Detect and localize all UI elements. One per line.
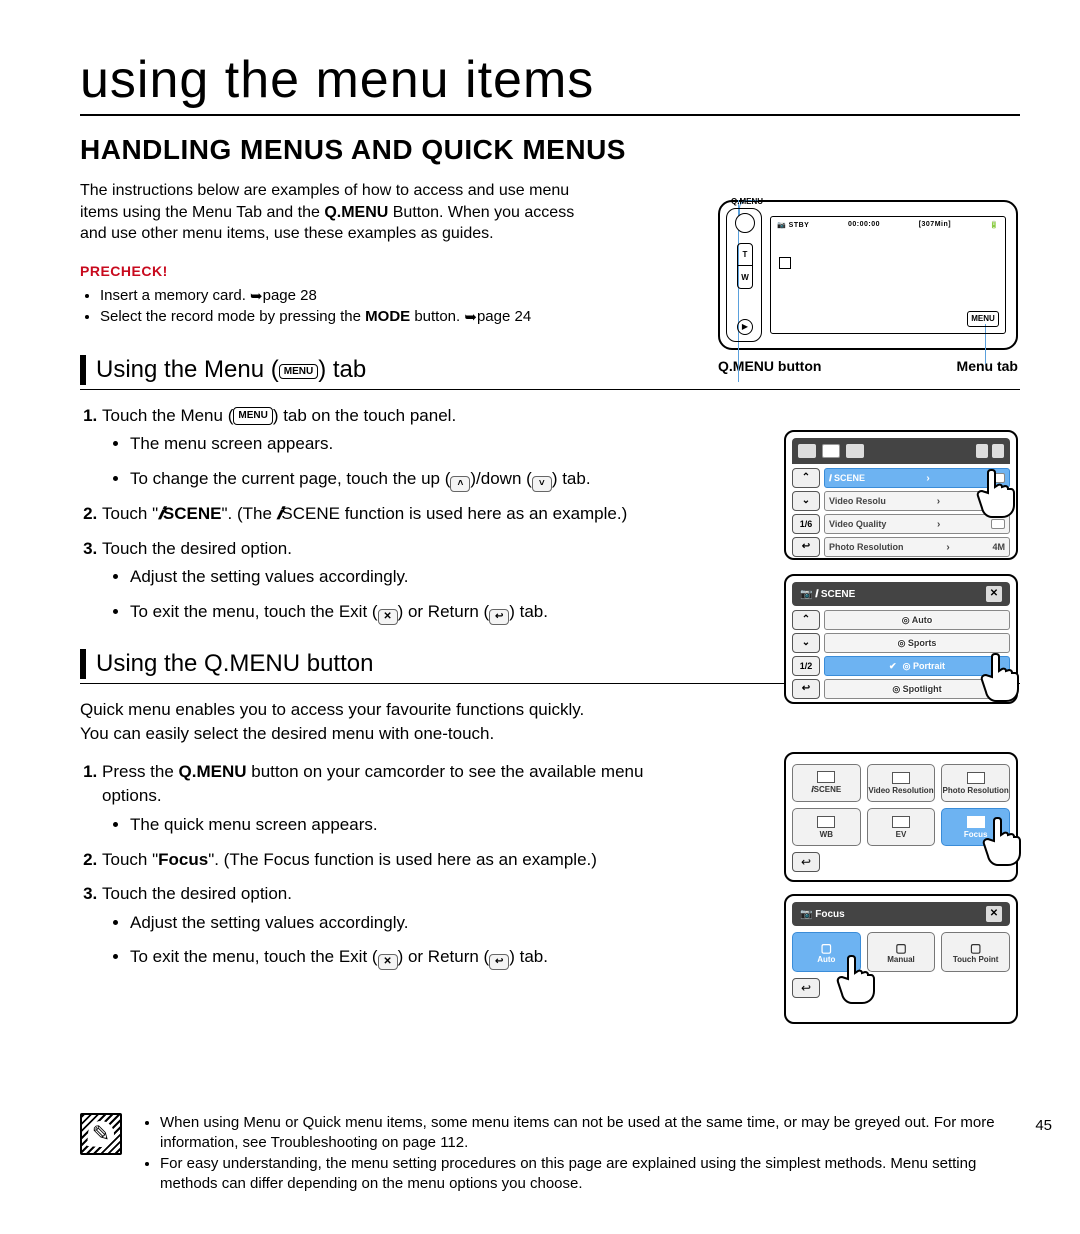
play-button-icon: ▶: [737, 319, 753, 335]
menu-pill-icon: MENU: [279, 364, 318, 379]
hand-pointer-icon: [978, 810, 1028, 870]
menu-tab-icon: MENU: [967, 311, 999, 327]
section-title: HANDLING MENUS AND QUICK MENUS: [80, 134, 1020, 166]
return-icon: ↩: [489, 954, 509, 970]
note-box: When using Menu or Quick menu items, som…: [80, 1113, 1020, 1194]
chapter-title: using the menu items: [80, 50, 1020, 116]
intro-text: The instructions below are examples of h…: [80, 180, 700, 245]
menu-tab-steps: Touch the Menu (MENU) tab on the touch p…: [80, 404, 700, 625]
hand-pointer-icon: [976, 646, 1026, 706]
focus-screen-mockup: 📷 Focus✕ ▢Auto▢Manual▢Touch Point ↩: [784, 894, 1018, 1024]
exit-icon: ✕: [378, 609, 398, 625]
return-icon: ↩: [489, 609, 509, 625]
quickmenu-screen-mockup: 𝒊SCENEVideo ResolutionPhoto ResolutionWB…: [784, 752, 1018, 882]
qmenu-steps: Press the Q.MENU button on your camcorde…: [80, 760, 700, 971]
qmenu-intro: Quick menu enables you to access your fa…: [80, 698, 720, 746]
iscene-screen-mockup: 📷 𝒊 SCENE✕ ⌃ ⌄ 1/2 ↩ ◎ Auto◎ Sports✔◎ Po…: [784, 574, 1018, 704]
menu-tab-label: Menu tab: [957, 358, 1018, 374]
qmenu-button-icon: [735, 213, 755, 233]
qmenu-button-label: Q.MENU button: [718, 358, 821, 374]
up-icon: ˄: [450, 476, 470, 492]
note-icon: [80, 1113, 122, 1155]
exit-icon: ✕: [378, 954, 398, 970]
page-number: 45: [1035, 1117, 1052, 1134]
device-figure: Q.MENU TW ▶ 📷 STBY 00:00:00 [307Min] 🔋 M…: [718, 200, 1018, 374]
hand-pointer-icon: [832, 948, 882, 1008]
hand-pointer-icon: [972, 462, 1022, 522]
down-icon: ˅: [532, 476, 552, 492]
menu-screen-mockup: ⌃ ⌄ 1/6 ↩ 𝒊 SCENE›Video Resolu›Video Qua…: [784, 430, 1018, 560]
